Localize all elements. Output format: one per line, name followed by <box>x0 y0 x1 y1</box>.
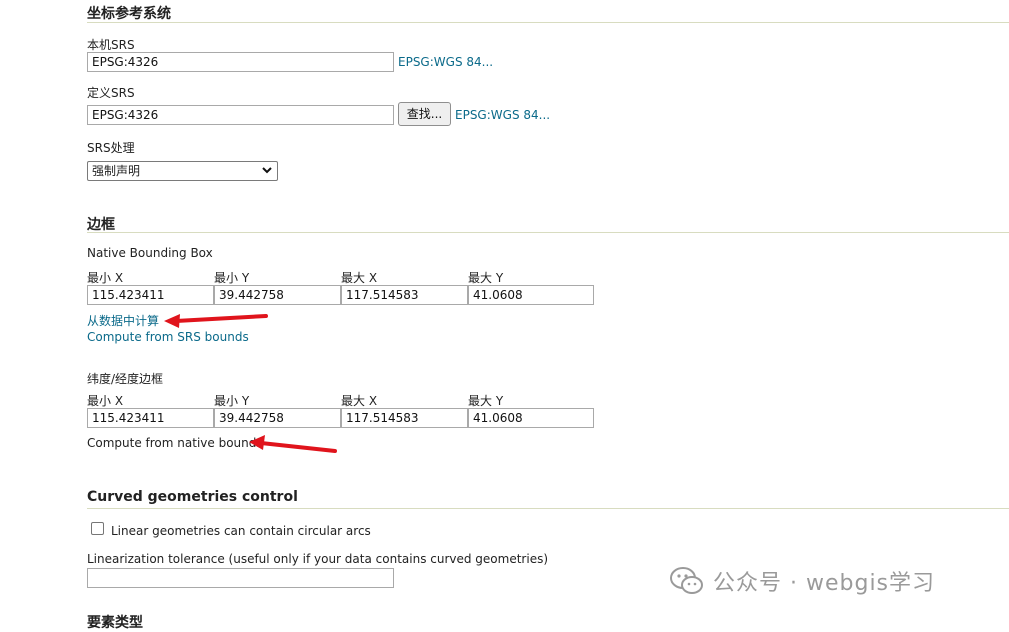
declared-srs-link[interactable]: EPSG:WGS 84... <box>455 108 550 122</box>
srs-handling-value: 强制声明 <box>92 164 141 178</box>
linearization-tolerance-input[interactable] <box>87 568 394 588</box>
wechat-icon <box>670 567 703 594</box>
compute-from-native-bounds-link[interactable]: Compute from native bounds <box>87 436 263 450</box>
latlon-maxx-header: 最大 X <box>341 394 378 408</box>
latlon-minx-header: 最小 X <box>87 394 124 408</box>
circular-arcs-label: Linear geometries can contain circular a… <box>111 524 371 538</box>
latlon-maxx-input[interactable] <box>341 408 468 428</box>
declared-srs-input[interactable] <box>87 105 394 125</box>
crs-section-title: 坐标参考系统 <box>87 6 171 22</box>
chevron-down-icon <box>262 167 272 174</box>
latlon-miny-header: 最小 Y <box>214 394 250 408</box>
find-srs-button[interactable]: 查找... <box>398 102 451 126</box>
native-srs-link[interactable]: EPSG:WGS 84... <box>398 55 493 69</box>
section-divider <box>87 508 1009 509</box>
native-minx-header: 最小 X <box>87 271 124 285</box>
native-maxx-header: 最大 X <box>341 271 378 285</box>
annotation-arrow-icon <box>164 314 268 328</box>
watermark: 公众号 · webgis学习 <box>669 565 935 597</box>
feature-type-section-title: 要素类型 <box>87 615 143 631</box>
native-miny-input[interactable] <box>214 285 341 305</box>
native-srs-input[interactable] <box>87 52 394 72</box>
native-bbox-label: Native Bounding Box <box>87 246 213 260</box>
linearization-tolerance-label: Linearization tolerance (useful only if … <box>87 552 549 566</box>
native-maxx-input[interactable] <box>341 285 468 305</box>
native-srs-label: 本机SRS <box>87 38 135 52</box>
native-maxy-header: 最大 Y <box>468 271 504 285</box>
watermark-text: 公众号 · webgis学习 <box>713 571 936 596</box>
declared-srs-label: 定义SRS <box>87 86 135 100</box>
native-miny-header: 最小 Y <box>214 271 250 285</box>
srs-handling-select[interactable]: 强制声明 <box>87 161 278 181</box>
compute-from-data-link[interactable]: 从数据中计算 <box>87 312 159 329</box>
latlon-maxy-input[interactable] <box>468 408 594 428</box>
srs-handling-label: SRS处理 <box>87 141 135 155</box>
latlon-maxy-header: 最大 Y <box>468 394 504 408</box>
circular-arcs-checkbox[interactable] <box>91 522 104 535</box>
latlon-minx-input[interactable] <box>87 408 214 428</box>
latlon-bbox-label: 纬度/经度边框 <box>87 372 164 386</box>
compute-from-srs-bounds-link[interactable]: Compute from SRS bounds <box>87 330 249 344</box>
section-divider <box>87 232 1009 233</box>
native-minx-input[interactable] <box>87 285 214 305</box>
native-maxy-input[interactable] <box>468 285 594 305</box>
section-divider <box>87 22 1009 23</box>
latlon-miny-input[interactable] <box>214 408 341 428</box>
bbox-section-title: 边框 <box>87 217 115 233</box>
annotation-arrow-icon <box>249 435 337 453</box>
curved-section-title: Curved geometries control <box>87 489 298 505</box>
